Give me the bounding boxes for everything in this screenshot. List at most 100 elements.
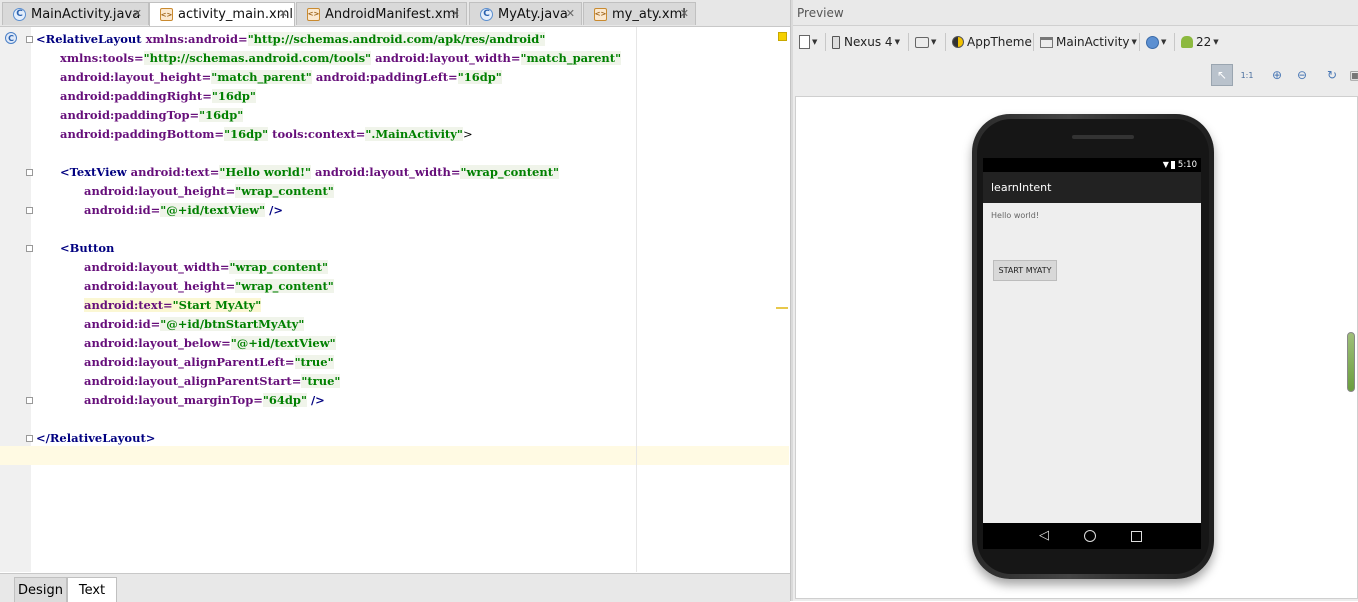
tab-design[interactable]: Design	[14, 577, 67, 602]
code-line[interactable]: android:paddingTop="16dp"	[60, 106, 244, 125]
tab-androidmanifest-xml[interactable]: <> AndroidManifest.xml ✕	[296, 2, 467, 25]
code-line[interactable]: android:text="Start MyAty"	[84, 296, 262, 315]
code-line[interactable]: <RelativeLayout xmlns:android="http://sc…	[36, 30, 546, 49]
java-class-icon: C	[13, 7, 26, 21]
device-screen: ▼ 5:10 learnIntent Hello world! START MY…	[983, 158, 1201, 523]
preview-panel: Preview ▼ Nexus 4 ▼ ▼ AppTheme MainActivi…	[793, 0, 1358, 601]
tab-label: activity_main.xml	[178, 7, 294, 22]
preview-title: Preview	[793, 0, 1358, 26]
xml-attr: android:paddingLeft=	[311, 70, 458, 84]
recents-icon[interactable]	[1131, 531, 1142, 542]
refresh-icon[interactable]: ↻	[1321, 64, 1343, 86]
hello-textview[interactable]: Hello world!	[991, 211, 1039, 220]
locale-selector[interactable]: ▼	[1146, 33, 1166, 51]
start-myaty-button[interactable]: START MYATY	[993, 260, 1057, 281]
xml-attr: android:text=	[84, 298, 173, 312]
close-icon[interactable]: ✕	[279, 7, 288, 20]
code-line[interactable]: android:layout_marginTop="64dp" />	[84, 391, 325, 410]
editor-gutter[interactable]	[0, 27, 32, 572]
device-selector[interactable]: Nexus 4 ▼	[832, 33, 900, 51]
code-line[interactable]: android:paddingRight="16dp"	[60, 87, 256, 106]
xml-value: "http://schemas.android.com/tools"	[143, 51, 372, 65]
theme-label: AppTheme	[967, 35, 1032, 49]
toolbar-separator	[1139, 33, 1140, 51]
code-line[interactable]: <Button	[60, 239, 114, 258]
tab-myaty-java[interactable]: C MyAty.java ✕	[469, 2, 582, 25]
xml-value: "@+id/btnStartMyAty"	[160, 317, 305, 331]
fold-marker-icon[interactable]	[26, 435, 33, 442]
zoom-to-fit-icon[interactable]: ↖	[1211, 64, 1233, 86]
orientation-button[interactable]: ▼	[915, 33, 936, 51]
tab-label: my_aty.xml	[612, 6, 686, 22]
tab-my-aty-xml[interactable]: <> my_aty.xml ✕	[583, 2, 696, 25]
code-line[interactable]: android:layout_alignParentLeft="true"	[84, 353, 334, 372]
fold-marker-icon[interactable]	[26, 397, 33, 404]
code-line[interactable]: android:layout_below="@+id/textView"	[84, 334, 336, 353]
xml-attr: android:paddingRight=	[60, 89, 212, 103]
xml-attr: android:paddingBottom=	[60, 127, 225, 141]
preview-canvas[interactable]: ▼ 5:10 learnIntent Hello world! START MY…	[795, 96, 1358, 599]
theme-selector[interactable]: AppTheme	[952, 33, 1032, 51]
button-label: START MYATY	[998, 266, 1052, 275]
toolbar-separator	[1033, 33, 1034, 51]
code-line[interactable]: android:id="@+id/btnStartMyAty"	[84, 315, 305, 334]
code-line[interactable]: android:layout_height="wrap_content"	[84, 277, 334, 296]
code-line[interactable]: <TextView android:text="Hello world!" an…	[60, 163, 560, 182]
code-line[interactable]: android:layout_alignParentStart="true"	[84, 372, 341, 391]
close-icon[interactable]: ✕	[451, 7, 460, 20]
class-marker-icon[interactable]: C	[5, 32, 17, 44]
code-line[interactable]: </RelativeLayout>	[36, 429, 155, 448]
error-stripe-marker[interactable]	[776, 307, 788, 309]
actual-size-icon[interactable]: 1:1	[1236, 64, 1258, 86]
tab-label: MyAty.java	[498, 6, 568, 22]
zoom-in-icon[interactable]: ⊕	[1266, 64, 1288, 86]
xml-value: "16dp"	[199, 108, 244, 122]
right-margin-guide	[636, 27, 637, 572]
fold-marker-icon[interactable]	[26, 169, 33, 176]
xml-value: "16dp"	[211, 89, 256, 103]
tab-label: AndroidManifest.xml	[325, 6, 459, 22]
tab-text[interactable]: Text	[67, 577, 117, 602]
xml-value: "true"	[301, 374, 341, 388]
scrollbar-thumb[interactable]	[1347, 332, 1355, 392]
xml-file-icon: <>	[307, 7, 320, 21]
code-line[interactable]: android:id="@+id/textView" />	[84, 201, 283, 220]
xml-tag: <Button	[60, 241, 115, 255]
code-line[interactable]: android:layout_height="match_parent" and…	[60, 68, 502, 87]
activity-selector[interactable]: MainActivity ▼	[1040, 33, 1137, 51]
home-icon[interactable]	[1084, 530, 1096, 542]
close-icon[interactable]: ✕	[680, 7, 689, 20]
activity-icon	[1040, 36, 1053, 48]
xml-attr: android:layout_alignParentLeft=	[84, 355, 295, 369]
xml-attr: android:layout_alignParentStart=	[84, 374, 302, 388]
close-icon[interactable]: ✕	[133, 7, 142, 20]
editor-mode-tabs: Design Text	[0, 573, 790, 602]
globe-icon	[1146, 35, 1159, 49]
toolbar-separator	[825, 33, 826, 51]
code-line[interactable]: android:paddingBottom="16dp" tools:conte…	[60, 125, 473, 144]
fold-marker-icon[interactable]	[26, 207, 33, 214]
activity-label: MainActivity	[1056, 35, 1130, 49]
screenshot-icon[interactable]: ▣	[1344, 64, 1358, 86]
xml-file-icon: <>	[160, 8, 173, 21]
device-config-button[interactable]: ▼	[799, 33, 817, 51]
xml-attr: android:layout_marginTop=	[84, 393, 263, 407]
code-line[interactable]: xmlns:tools="http://schemas.android.com/…	[60, 49, 622, 68]
back-icon[interactable]: ◁	[1039, 529, 1049, 543]
tab-mainactivity-java[interactable]: C MainActivity.java ✕	[2, 2, 149, 25]
xml-attr: android:text=	[130, 165, 220, 179]
api-level-selector[interactable]: 22 ▼	[1181, 33, 1219, 51]
code-line[interactable]: android:layout_height="wrap_content"	[84, 182, 334, 201]
xml-attr: xmlns:android=	[145, 32, 248, 46]
fold-marker-icon[interactable]	[26, 36, 33, 43]
xml-value: "match_parent"	[520, 51, 622, 65]
zoom-out-icon[interactable]: ⊖	[1291, 64, 1313, 86]
xml-value: "16dp"	[224, 127, 269, 141]
xml-value: "64dp"	[262, 393, 307, 407]
fold-marker-icon[interactable]	[26, 245, 33, 252]
code-line[interactable]: android:layout_width="wrap_content"	[84, 258, 328, 277]
tab-activity-main-xml[interactable]: <> activity_main.xml ✕	[149, 2, 295, 26]
xml-value: "wrap_content"	[235, 184, 334, 198]
close-icon[interactable]: ✕	[566, 7, 575, 20]
inspection-status-icon[interactable]	[778, 32, 787, 41]
